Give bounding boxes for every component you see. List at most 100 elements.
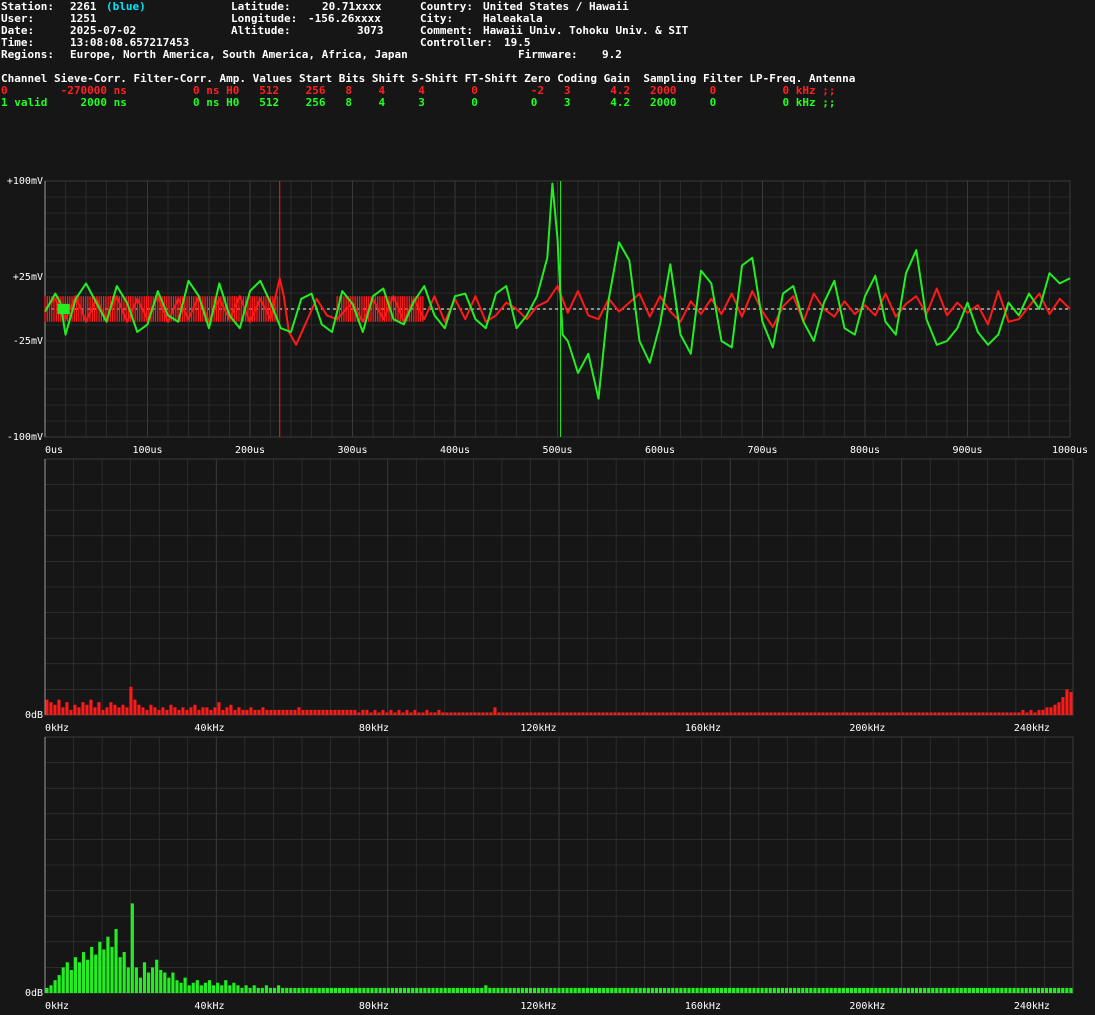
spectrum-bar (65, 962, 69, 993)
spectrum-bar (402, 987, 407, 993)
spectrum-bar (157, 709, 161, 715)
spectrum-bar (81, 952, 86, 993)
spectrum-bar (417, 712, 421, 715)
spectrum-bar (141, 707, 145, 715)
spectrum-bar (959, 987, 963, 993)
spectrum-bar (939, 987, 943, 993)
spectrum-bar (1037, 709, 1041, 715)
spectrum-bar (967, 987, 971, 993)
spectrum-bar (877, 712, 881, 715)
spectrum-bar (94, 954, 98, 993)
spectrum-bar (633, 712, 637, 715)
spectrum-bar (342, 987, 346, 993)
spectrum-bar (169, 704, 173, 715)
y-tick-label: -100mV (7, 432, 43, 443)
spectrum-bar (421, 712, 425, 715)
x-tick-label: 0kHz (45, 723, 69, 734)
spectrum-bar (769, 712, 773, 715)
spectrum-bar (109, 702, 113, 715)
spectrum-bar (293, 987, 297, 993)
spectrum-bar (937, 712, 941, 715)
spectrum-bar (236, 985, 240, 993)
spectrum-bar (485, 712, 489, 715)
spectrum-bar (423, 987, 427, 993)
spectrum-bar (667, 987, 671, 993)
spectrum-bar (285, 987, 289, 993)
spectrum-bar (161, 707, 165, 715)
spectrum-bar (965, 712, 969, 715)
x-tick-label: 40kHz (194, 723, 224, 734)
spectrum-bar (211, 985, 216, 993)
spectrum-bar (435, 987, 439, 993)
spectrum-bar (929, 712, 933, 715)
spectrum-bar (661, 712, 665, 715)
x-tick-label: 200kHz (849, 723, 885, 734)
spectrum-bar (963, 987, 967, 993)
spectrum-bar (472, 987, 476, 993)
spectrum-chart-channel-1: 0dB0kHz 40kHz 80kHz 120kHz 160kHz 200kHz 240kH… (25, 736, 1074, 1012)
x-tick-label: 300us (337, 445, 367, 456)
spectrum-bar (341, 709, 345, 715)
spectrum-bar (777, 712, 781, 715)
spectrum-bar (321, 709, 325, 715)
spectrum-bar (658, 987, 663, 993)
spectrum-bar (914, 987, 919, 993)
spectrum-bar (549, 712, 553, 715)
spectrum-bar (906, 987, 910, 993)
x-tick-label: 200kHz (849, 1001, 885, 1012)
x-tick-label: 1000us (1052, 445, 1088, 456)
spectrum-bar (569, 987, 573, 993)
spectrum-bar (793, 712, 797, 715)
spectrum-bar (545, 987, 549, 993)
spectrum-bar (61, 707, 65, 715)
spectrum-bar (199, 985, 203, 993)
spectrum-bar (77, 962, 82, 993)
spectrum-bar (183, 977, 187, 993)
spectrum-bar (630, 987, 634, 993)
spectrum-bar (837, 987, 841, 993)
spectrum-bar (301, 987, 305, 993)
spectrum-bar (411, 987, 415, 993)
spectrum-bar (455, 987, 459, 993)
spectrum-bar (765, 712, 769, 715)
spectrum-bar (1032, 987, 1036, 993)
spectrum-bar (73, 704, 77, 715)
spectrum-bar (733, 712, 737, 715)
spectrum-bar (813, 712, 817, 715)
spectrum-bar (489, 712, 493, 715)
spectrum-bar (561, 987, 565, 993)
spectrum-bar (53, 980, 57, 993)
spectrum-bar (451, 987, 455, 993)
spectrum-bar (496, 987, 500, 993)
spectrum-bar (1069, 987, 1073, 993)
spectrum-bar (1024, 987, 1028, 993)
spectrum-bar (693, 712, 697, 715)
x-tick-label: 600us (645, 445, 675, 456)
spectrum-bar (389, 709, 393, 715)
spectrum-bar (665, 712, 669, 715)
spectrum-bar (309, 987, 313, 993)
spectrum-bar (345, 709, 349, 715)
spectrum-bar (975, 987, 980, 993)
spectrum-bar (949, 712, 953, 715)
spectrum-bar (957, 712, 961, 715)
spectrum-bar (153, 707, 157, 715)
spectrum-bar (841, 712, 845, 715)
spectrum-bar (719, 987, 724, 993)
spectrum-bar (177, 709, 181, 715)
spectrum-bar (217, 702, 221, 715)
spectrum-bar (441, 712, 445, 715)
spectrum-bar (1025, 712, 1029, 715)
spectrum-bar (773, 712, 777, 715)
spectrum-bar (709, 712, 713, 715)
spectrum-bar (1008, 987, 1012, 993)
spectrum-bar (757, 712, 761, 715)
x-tick-label: 120kHz (520, 1001, 556, 1012)
spectrum-bar (224, 980, 228, 993)
spectrum-bar (480, 987, 484, 993)
spectrum-bar (377, 712, 381, 715)
spectrum-bar (729, 712, 733, 715)
spectrum-bar (205, 707, 209, 715)
spectrum-bar (122, 952, 126, 993)
spectrum-bar (93, 707, 97, 715)
